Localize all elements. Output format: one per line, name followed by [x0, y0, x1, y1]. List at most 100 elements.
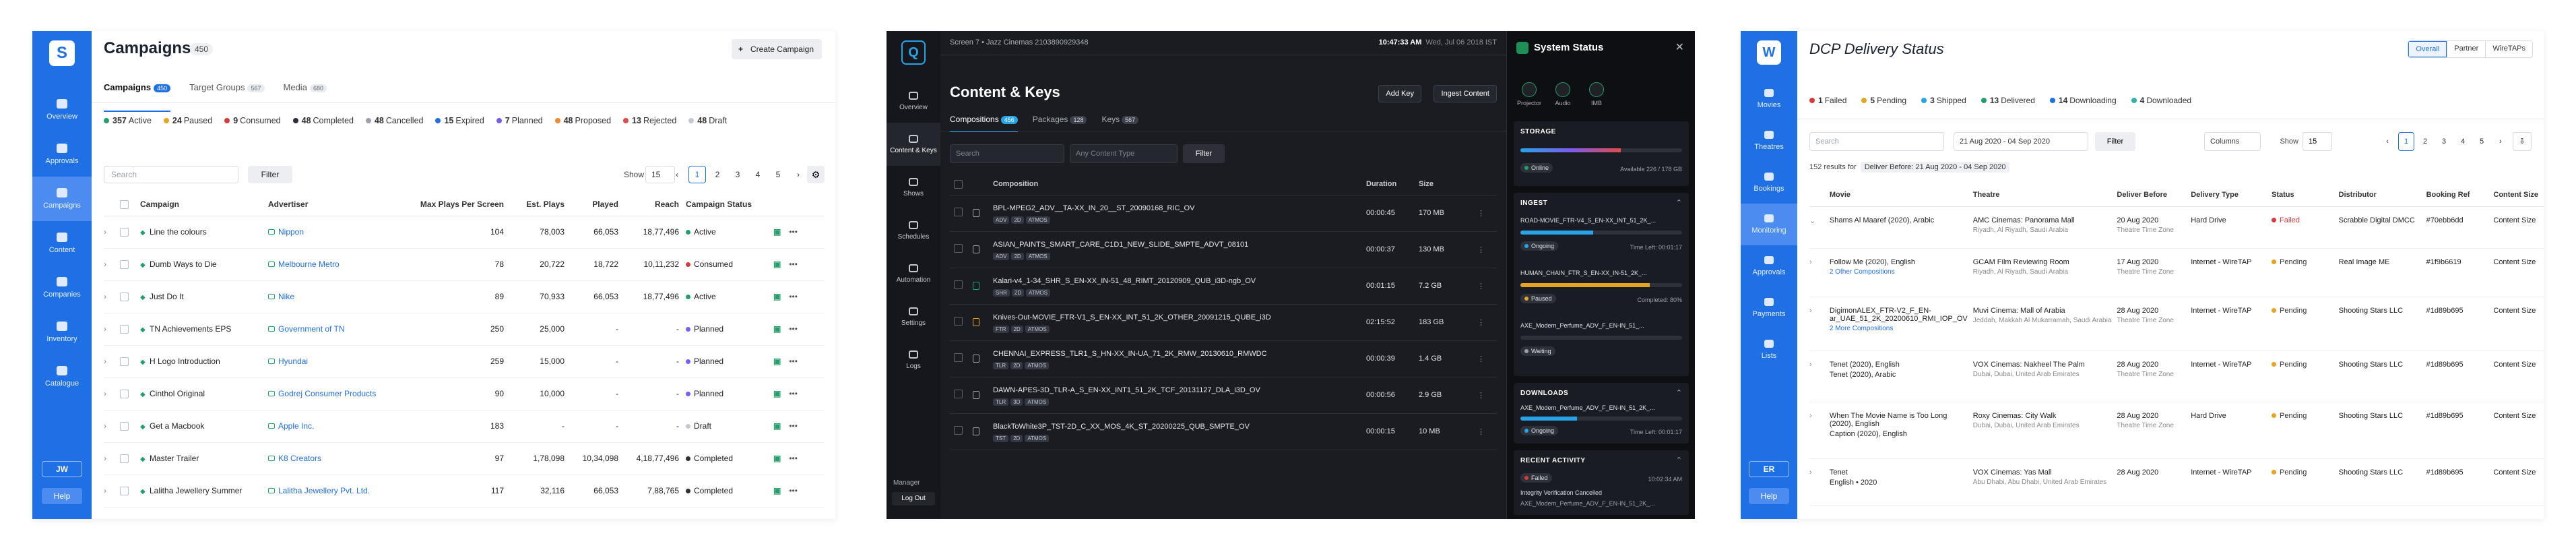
sidebar-item[interactable]: Theatres	[1741, 120, 1797, 162]
theatre-name[interactable]: Roxy Cinemas: City Walk	[1973, 412, 2112, 420]
report-icon[interactable]: ▣	[773, 357, 783, 366]
checkbox[interactable]	[954, 244, 963, 253]
chevron-right-icon[interactable]: ›	[1809, 458, 1830, 506]
column-header[interactable]: Reach	[625, 193, 686, 216]
checkbox[interactable]	[954, 426, 963, 435]
ingest-item[interactable]: ROAD-MOVIE_FTR-V4_S_EN-XX_INT_51_2K_... O…	[1514, 217, 1689, 267]
table-row[interactable]: › ◆ Dumb Ways to Die Melbourne Metro 78 20,72…	[104, 248, 825, 281]
chevron-right-icon[interactable]: ›	[104, 377, 120, 410]
status-stat[interactable]: 48 Cancelled	[365, 116, 423, 125]
status-stat[interactable]: 7 Planned	[496, 116, 543, 125]
report-icon[interactable]: ▣	[773, 259, 783, 269]
sidebar-item[interactable]: Lists	[1741, 329, 1797, 371]
row-checkbox[interactable]	[120, 216, 140, 249]
page-button[interactable]: 2	[2417, 132, 2433, 151]
row-checkbox[interactable]	[120, 442, 140, 475]
help-button[interactable]: Help	[42, 488, 82, 504]
page-button[interactable]: 1	[688, 166, 706, 183]
chevron-right-icon[interactable]: ›	[104, 280, 120, 313]
row-checkbox[interactable]	[120, 377, 140, 410]
row-checkbox[interactable]	[120, 410, 140, 443]
table-row[interactable]: › ◆ Lalitha Jewellery Summer Lalitha Jewell…	[104, 475, 825, 508]
more-options-icon[interactable]: ⋮	[1477, 318, 1490, 327]
chevron-right-icon[interactable]: ›	[790, 166, 807, 183]
chevron-right-icon[interactable]: ›	[104, 410, 120, 443]
checkbox[interactable]	[954, 317, 963, 326]
campaign-name[interactable]: TN Achievements EPS	[150, 324, 231, 334]
table-row[interactable]: Knives-Out-MOVIE_FTR-V1_S_EN-XX_INT_51_2…	[950, 305, 1497, 341]
more-options-icon[interactable]: •••	[789, 292, 798, 301]
checkbox[interactable]	[954, 353, 963, 362]
table-row[interactable]: › DigimonALEX_FTR-V2_F_EN-ar_UAE_51_2K_20…	[1809, 297, 2544, 351]
column-header[interactable]: Booking Ref	[2426, 183, 2494, 207]
advertiser-link[interactable]: K8 Creators	[278, 454, 321, 463]
checkbox[interactable]	[120, 487, 129, 496]
more-options-icon[interactable]: •••	[789, 421, 798, 431]
checkbox[interactable]	[954, 280, 963, 289]
chevron-right-icon[interactable]: ›	[1809, 297, 1830, 351]
chevron-right-icon[interactable]: ›	[104, 442, 120, 475]
advertiser-link[interactable]: Nippon	[278, 227, 304, 237]
row-checkbox[interactable]	[120, 345, 140, 378]
table-row[interactable]: › ◆ Master Trailer K8 Creators 97 1,78,098 10,…	[104, 442, 825, 475]
sidebar-item[interactable]: Approvals	[1741, 245, 1797, 287]
sidebar-item[interactable]: Overview	[32, 88, 92, 132]
theatre-name[interactable]: GCAM Film Reviewing Room	[1973, 258, 2112, 266]
sidebar-item[interactable]: Approvals	[32, 132, 92, 177]
movie-title[interactable]: When The Movie Name is Too Long (2020), …	[1830, 412, 1968, 428]
content-type-select[interactable]: Any Content Type	[1070, 144, 1178, 163]
composition-name[interactable]: BlackToWhite3P_TST-2D_C_XX_MOS_4K_ST_202…	[993, 423, 1250, 431]
sidebar-item[interactable]: Campaigns	[32, 177, 92, 221]
advertiser-link[interactable]: Nike	[278, 292, 294, 301]
campaign-name[interactable]: Master Trailer	[150, 454, 199, 463]
checkbox[interactable]	[120, 454, 129, 464]
table-row[interactable]: › ◆ TN Achievements EPS Government of TN 250…	[104, 313, 825, 346]
row-checkbox[interactable]	[120, 280, 140, 313]
device-status[interactable]: IMB	[1584, 82, 1609, 106]
chevron-left-icon[interactable]: ‹	[668, 166, 686, 183]
report-icon[interactable]: ▣	[773, 227, 783, 237]
column-header[interactable]: Content Size	[2493, 183, 2544, 207]
user-menu-button[interactable]: JW	[42, 461, 82, 477]
checkbox[interactable]	[954, 390, 963, 398]
movie-title[interactable]: Shams Al Maaref (2020), Arabic	[1830, 216, 1968, 224]
advertiser-link[interactable]: Godrej Consumer Products	[278, 389, 376, 398]
status-stat[interactable]: 5 Pending	[1861, 96, 1906, 105]
ingest-item[interactable]: HUMAN_CHAIN_FTR_S_EN-XX_IN-51_2K_... Paus…	[1514, 270, 1689, 319]
status-stat[interactable]: 48 Proposed	[554, 116, 611, 125]
add-key-button[interactable]: Add Key	[1378, 85, 1421, 102]
column-header[interactable]: Distributor	[2338, 183, 2426, 207]
export-icon[interactable]: ⇩	[2513, 132, 2532, 151]
filter-button[interactable]: Filter	[2095, 132, 2135, 151]
checkbox[interactable]	[120, 260, 129, 270]
sidebar-item[interactable]: Logs	[887, 338, 940, 381]
close-icon[interactable]: ✕	[1675, 40, 1684, 54]
ingest-item[interactable]: AXE_Modern_Perfume_ADV_F_EN-IN_51_... Wai…	[1514, 322, 1689, 372]
column-header[interactable]: Movie	[1829, 183, 1973, 207]
more-options-icon[interactable]: ⋮	[1477, 209, 1490, 218]
status-stat[interactable]: 13 Delivered	[1981, 96, 2035, 105]
chevron-up-icon[interactable]: ⌃	[1676, 198, 1682, 207]
sidebar-item[interactable]: Catalogue	[32, 355, 92, 399]
help-button[interactable]: Help	[1749, 488, 1789, 504]
more-options-icon[interactable]: •••	[789, 227, 798, 237]
checkbox[interactable]	[120, 228, 129, 237]
campaign-name[interactable]: H Logo Introduction	[150, 357, 220, 366]
movie-title[interactable]: Follow Me (2020), English	[1830, 258, 1968, 266]
more-options-icon[interactable]: ⋮	[1477, 245, 1490, 254]
chevron-up-icon[interactable]: ⌃	[1676, 388, 1682, 397]
chevron-up-icon[interactable]: ⌃	[1676, 456, 1682, 464]
chevron-right-icon[interactable]: ›	[1809, 402, 1830, 459]
table-row[interactable]: › Tenet (2020), English Tenet (2020), Arab…	[1809, 350, 2544, 402]
more-options-icon[interactable]: ⋮	[1477, 391, 1490, 400]
status-stat[interactable]: 48 Draft	[688, 116, 727, 125]
more-options-icon[interactable]: ⋮	[1477, 282, 1490, 291]
checkbox[interactable]	[120, 293, 129, 302]
column-header[interactable]: Delivery Type	[2191, 183, 2272, 207]
tab[interactable]: Target Groups 567	[189, 82, 265, 102]
booking-ref-cell[interactable]: #70ebb6dd	[2426, 206, 2494, 249]
row-checkbox[interactable]	[120, 475, 140, 508]
table-row[interactable]: CHENNAI_EXPRESS_TLR1_S_HN-XX_IN-UA_71_2K…	[950, 341, 1497, 377]
column-header[interactable]: Max Plays Per Screen	[410, 193, 511, 216]
tab[interactable]: Keys 567	[1101, 115, 1139, 132]
